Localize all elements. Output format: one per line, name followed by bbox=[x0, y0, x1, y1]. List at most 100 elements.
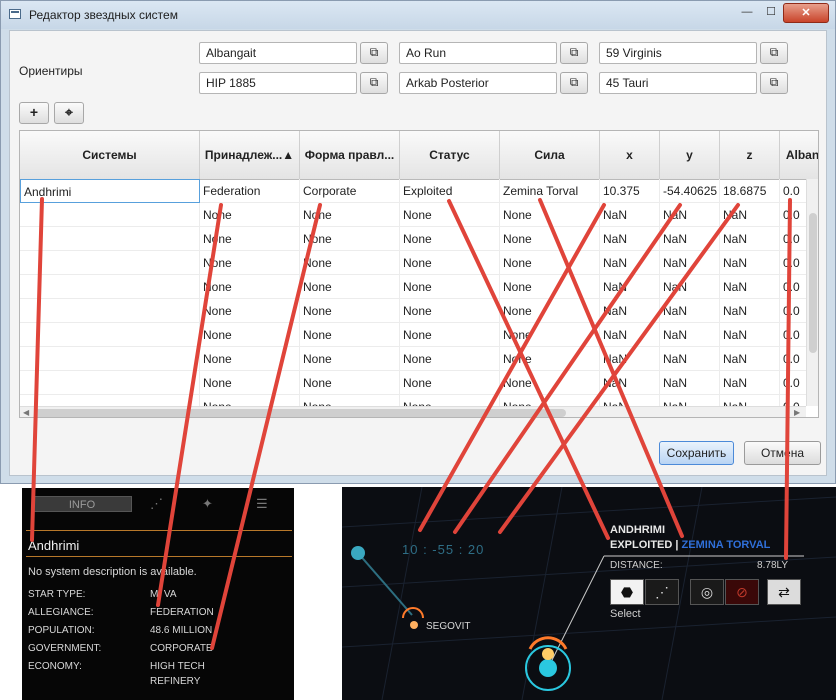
table-cell[interactable]: None bbox=[500, 227, 600, 251]
column-header[interactable]: Статус bbox=[400, 131, 500, 179]
table-cell[interactable] bbox=[20, 275, 200, 299]
table-cell[interactable] bbox=[20, 251, 200, 275]
copy-icon[interactable]: ⧉ bbox=[760, 42, 788, 64]
scroll-right-icon[interactable]: ▶ bbox=[794, 408, 800, 417]
table-cell[interactable]: NaN bbox=[600, 323, 660, 347]
minimize-button[interactable]: — bbox=[735, 3, 759, 21]
landmark-field-1[interactable]: Albangait bbox=[199, 42, 357, 64]
column-header[interactable]: Albanga bbox=[780, 131, 818, 179]
column-header[interactable]: Форма правл... bbox=[300, 131, 400, 179]
table-cell[interactable]: None bbox=[300, 299, 400, 323]
landmark-field-4[interactable]: HIP 1885 bbox=[199, 72, 357, 94]
table-cell[interactable]: None bbox=[500, 371, 600, 395]
table-cell[interactable]: NaN bbox=[720, 227, 780, 251]
table-cell[interactable]: NaN bbox=[660, 323, 720, 347]
table-cell[interactable]: NaN bbox=[600, 299, 660, 323]
save-button[interactable]: Сохранить bbox=[659, 441, 734, 465]
column-header[interactable]: z bbox=[720, 131, 780, 179]
table-cell[interactable] bbox=[20, 299, 200, 323]
table-cell[interactable]: None bbox=[300, 227, 400, 251]
title-bar[interactable]: Редактор звездных систем — ☐ ✕ bbox=[1, 1, 835, 29]
table-cell[interactable]: None bbox=[500, 251, 600, 275]
table-cell[interactable]: NaN bbox=[720, 347, 780, 371]
table-cell[interactable]: None bbox=[200, 275, 300, 299]
horizontal-scrollbar[interactable]: ◀ ▶ bbox=[20, 406, 806, 417]
table-row[interactable]: NoneNoneNoneNoneNaNNaNNaN0.0 bbox=[20, 299, 818, 323]
table-cell[interactable]: NaN bbox=[660, 347, 720, 371]
table-cell[interactable] bbox=[20, 203, 200, 227]
column-header[interactable]: Сила bbox=[500, 131, 600, 179]
route-icon[interactable]: ⋰ bbox=[645, 579, 679, 605]
table-cell[interactable]: None bbox=[300, 203, 400, 227]
copy-icon[interactable]: ⧉ bbox=[560, 72, 588, 94]
table-cell[interactable]: Zemina Torval bbox=[500, 179, 600, 203]
table-cell[interactable]: NaN bbox=[720, 323, 780, 347]
copy-icon[interactable]: ⧉ bbox=[560, 42, 588, 64]
table-cell[interactable]: 18.6875 bbox=[720, 179, 780, 203]
landmark-field-3[interactable]: 59 Virginis bbox=[599, 42, 757, 64]
horizontal-scroll-thumb[interactable] bbox=[34, 409, 566, 417]
table-cell[interactable]: None bbox=[200, 299, 300, 323]
column-header[interactable]: Принадлеж...▲ bbox=[200, 131, 300, 179]
table-cell[interactable]: None bbox=[500, 299, 600, 323]
table-row[interactable]: NoneNoneNoneNoneNaNNaNNaN0.0 bbox=[20, 347, 818, 371]
landmark-field-5[interactable]: Arkab Posterior bbox=[399, 72, 557, 94]
table-cell[interactable]: None bbox=[200, 371, 300, 395]
table-cell[interactable]: None bbox=[300, 323, 400, 347]
table-cell[interactable]: NaN bbox=[600, 347, 660, 371]
vertical-scrollbar[interactable] bbox=[806, 179, 818, 406]
table-cell[interactable]: NaN bbox=[720, 371, 780, 395]
copy-icon[interactable]: ⧉ bbox=[360, 42, 388, 64]
column-header[interactable]: y bbox=[660, 131, 720, 179]
table-row[interactable]: NoneNoneNoneNoneNaNNaNNaN0.0 bbox=[20, 275, 818, 299]
table-cell[interactable]: NaN bbox=[600, 275, 660, 299]
table-cell[interactable]: None bbox=[500, 203, 600, 227]
table-cell[interactable] bbox=[20, 323, 200, 347]
maximize-button[interactable]: ☐ bbox=[759, 3, 783, 21]
table-cell[interactable] bbox=[20, 227, 200, 251]
table-cell[interactable]: NaN bbox=[720, 251, 780, 275]
table-cell[interactable]: 10.375 bbox=[600, 179, 660, 203]
list-icon[interactable]: ☰ bbox=[256, 496, 268, 512]
add-button[interactable]: + bbox=[19, 102, 49, 124]
table-cell[interactable]: None bbox=[300, 251, 400, 275]
table-cell[interactable]: NaN bbox=[660, 275, 720, 299]
table-cell[interactable]: Corporate bbox=[300, 179, 400, 203]
table-cell[interactable]: Exploited bbox=[400, 179, 500, 203]
table-cell[interactable]: NaN bbox=[600, 227, 660, 251]
table-cell[interactable]: None bbox=[400, 299, 500, 323]
table-cell[interactable]: NaN bbox=[660, 203, 720, 227]
table-cell[interactable]: None bbox=[400, 227, 500, 251]
restricted-icon[interactable]: ⊘ bbox=[725, 579, 759, 605]
table-row[interactable]: NoneNoneNoneNoneNaNNaNNaN0.0 bbox=[20, 251, 818, 275]
table-cell[interactable]: None bbox=[400, 203, 500, 227]
table-cell[interactable] bbox=[20, 347, 200, 371]
vertical-scroll-thumb[interactable] bbox=[809, 213, 817, 353]
table-cell[interactable]: None bbox=[500, 275, 600, 299]
table-cell[interactable]: NaN bbox=[720, 299, 780, 323]
table-cell[interactable]: NaN bbox=[720, 203, 780, 227]
table-row[interactable]: NoneNoneNoneNoneNaNNaNNaN0.0 bbox=[20, 323, 818, 347]
table-cell[interactable]: None bbox=[300, 371, 400, 395]
table-cell[interactable]: None bbox=[500, 347, 600, 371]
table-cell[interactable]: NaN bbox=[660, 299, 720, 323]
table-cell[interactable]: NaN bbox=[720, 275, 780, 299]
table-cell[interactable]: Andhrimi bbox=[20, 179, 200, 203]
select-target-icon[interactable]: ⬣ bbox=[610, 579, 644, 605]
system-map-icon[interactable]: ◎ bbox=[690, 579, 724, 605]
locate-button[interactable]: ⌖ bbox=[54, 102, 84, 124]
table-cell[interactable]: None bbox=[400, 371, 500, 395]
table-cell[interactable]: None bbox=[400, 323, 500, 347]
table-cell[interactable]: NaN bbox=[600, 203, 660, 227]
table-cell[interactable]: None bbox=[200, 227, 300, 251]
table-cell[interactable]: None bbox=[300, 275, 400, 299]
table-cell[interactable]: None bbox=[300, 347, 400, 371]
table-cell[interactable]: None bbox=[400, 275, 500, 299]
table-row[interactable]: NoneNoneNoneNoneNaNNaNNaN0.0 bbox=[20, 227, 818, 251]
table-cell[interactable]: None bbox=[200, 203, 300, 227]
cancel-button[interactable]: Отмена bbox=[744, 441, 821, 465]
table-cell[interactable]: -54.40625 bbox=[660, 179, 720, 203]
table-cell[interactable]: None bbox=[200, 323, 300, 347]
table-row[interactable]: NoneNoneNoneNoneNaNNaNNaN0.0 bbox=[20, 371, 818, 395]
tab-info[interactable]: INFO bbox=[32, 496, 132, 512]
